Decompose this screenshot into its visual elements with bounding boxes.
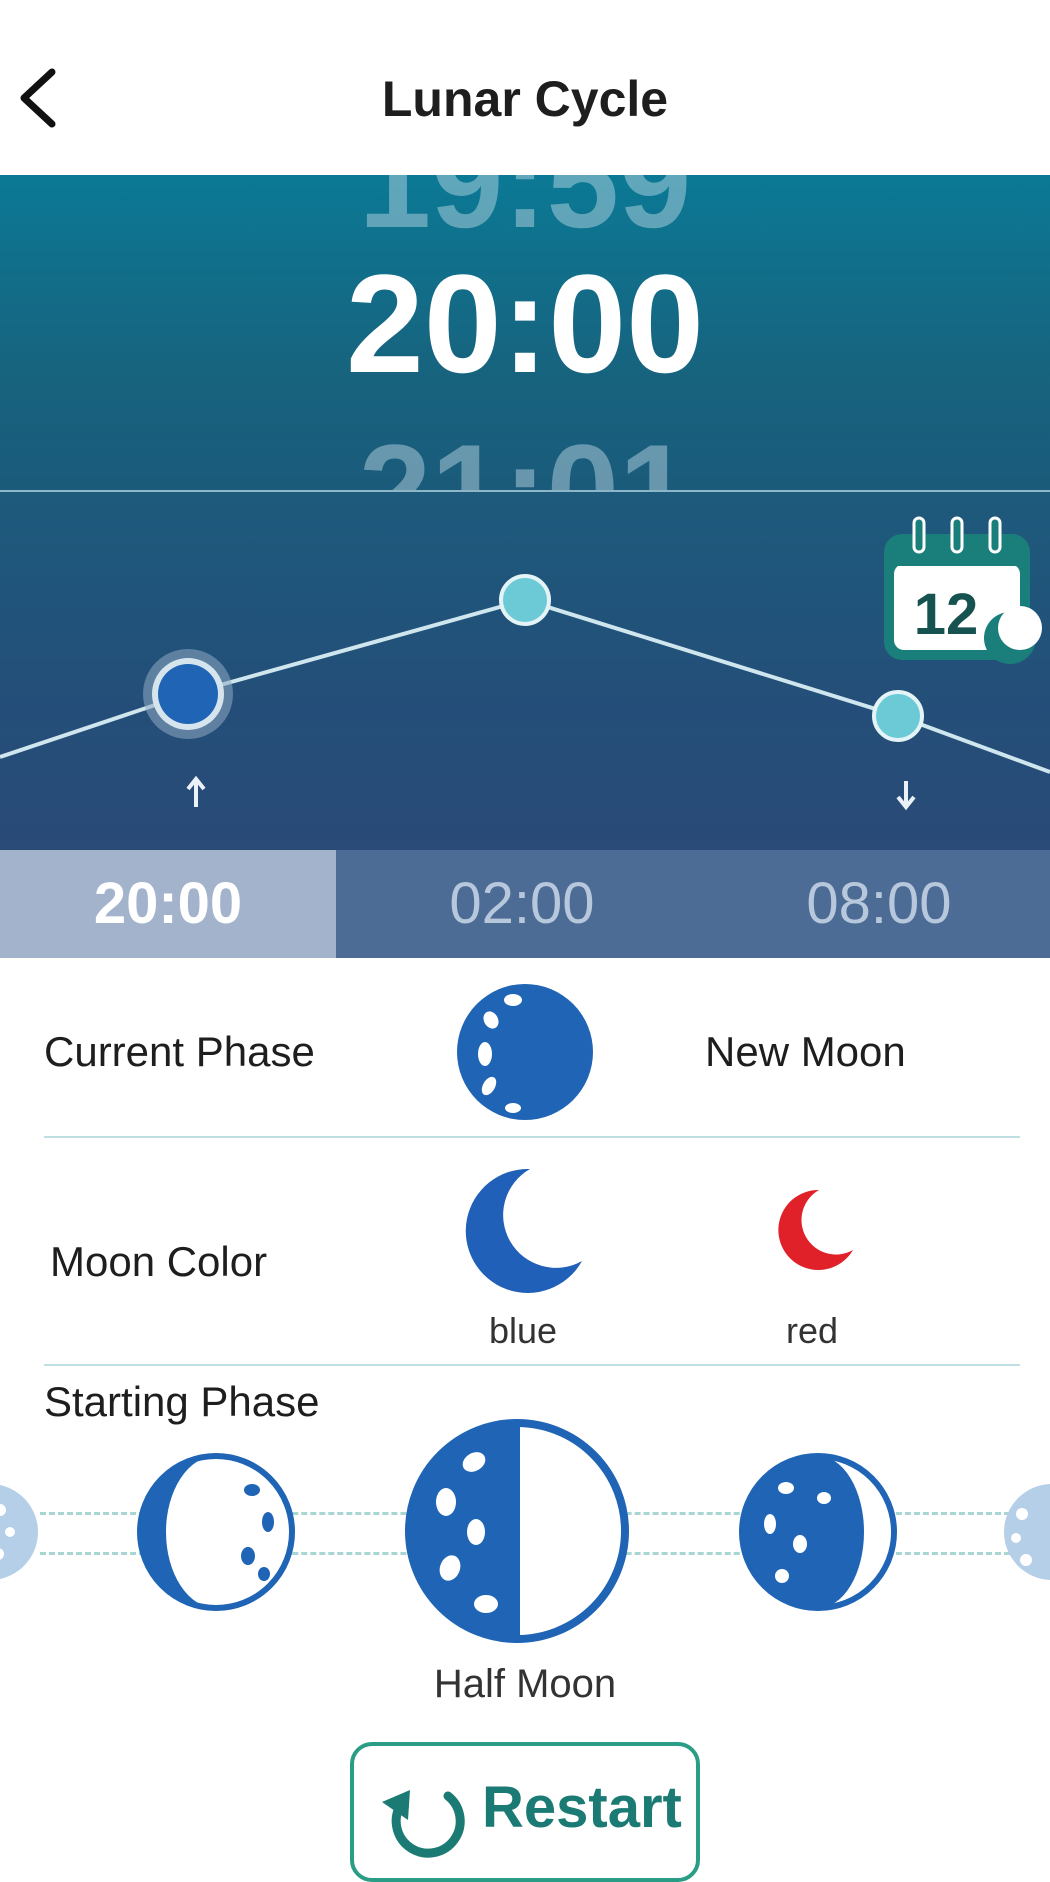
starting-phase-selected-label: Half Moon <box>433 1662 617 1706</box>
moonset-point[interactable] <box>872 690 924 742</box>
divider <box>44 1364 1020 1366</box>
tab-20-00[interactable]: 20:00 <box>0 850 336 958</box>
moon-color-blue-option[interactable] <box>458 1165 588 1295</box>
tab-02-00[interactable]: 02:00 <box>336 850 708 958</box>
crescent-moon-icon <box>778 1189 853 1270</box>
time-picker-wheel[interactable]: 19:59 20:00 21:01 <box>0 175 1050 493</box>
moon-color-red-label: red <box>785 1310 839 1351</box>
phase-option-gibbous[interactable] <box>738 1452 898 1612</box>
current-phase-value: New Moon <box>705 1028 906 1075</box>
phase-option-half-moon[interactable] <box>404 1418 630 1644</box>
header: Lunar Cycle <box>0 0 1050 175</box>
tab-08-00[interactable]: 08:00 <box>708 850 1050 958</box>
crescent-moon-icon <box>465 1168 582 1293</box>
moon-color-label: Moon Color <box>50 1238 268 1285</box>
moonrise-icon <box>165 767 206 819</box>
full-moon-icon <box>455 982 595 1122</box>
moon-color-red-option[interactable] <box>773 1188 857 1272</box>
current-phase-label: Current Phase <box>44 1028 315 1075</box>
lunar-chart: 12 <box>0 492 1050 850</box>
time-picker-next[interactable]: 21:01 <box>0 415 1050 493</box>
time-picker-current[interactable]: 20:00 <box>0 243 1050 405</box>
calendar-day-text: 12 <box>914 582 979 647</box>
phase-option-right-faded[interactable] <box>1000 1480 1050 1584</box>
starting-phase-label: Starting Phase <box>44 1378 320 1425</box>
moon-peak-point[interactable] <box>499 574 551 626</box>
time-tabs: 20:00 02:00 08:00 <box>0 850 1050 958</box>
phase-option-crescent[interactable] <box>136 1452 296 1612</box>
moonrise-point[interactable] <box>143 649 233 739</box>
restart-label: Restart <box>482 1775 682 1840</box>
divider <box>44 1136 1020 1138</box>
restart-button[interactable]: Restart <box>350 1742 700 1882</box>
restart-icon <box>382 1790 465 1858</box>
calendar-moon-icon[interactable]: 12 <box>880 512 1050 672</box>
phase-option-left-faded[interactable] <box>0 1480 42 1584</box>
moon-color-blue-label: blue <box>488 1310 558 1351</box>
page-title: Lunar Cycle <box>381 71 669 127</box>
moonset-icon <box>875 767 916 819</box>
